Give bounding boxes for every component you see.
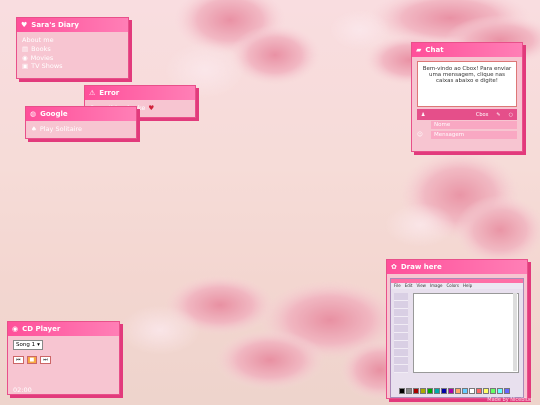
play-solitaire-link[interactable]: ♠ Play Solitaire xyxy=(31,125,131,134)
next-button[interactable]: ⏭ xyxy=(40,356,51,364)
menu-view[interactable]: View xyxy=(416,283,426,289)
swatch[interactable] xyxy=(455,388,461,394)
selected-song: Song 1 xyxy=(16,342,36,348)
chat-bubble-icon: ▰ xyxy=(416,46,422,54)
draw-window: ✿ Draw here File Edit View Image Colors … xyxy=(386,259,528,399)
error-titlebar[interactable]: ⚠ Error xyxy=(85,86,195,100)
swatch[interactable] xyxy=(413,388,419,394)
diary-link-books[interactable]: ▤ Books xyxy=(22,45,123,54)
paint-scrollbar[interactable] xyxy=(513,293,517,371)
paint-app: File Edit View Image Colors Help xyxy=(390,278,524,398)
edit-icon[interactable]: ✎ xyxy=(496,112,500,118)
paint-menubar: File Edit View Image Colors Help xyxy=(391,283,523,289)
watermark: Made by Niceblue xyxy=(487,397,532,403)
chat-welcome: Bem-vindo ao Cbox! Para enviar uma mensa… xyxy=(422,66,512,84)
swatch[interactable] xyxy=(448,388,454,394)
chat-window: ▰ Chat Bem-vindo ao Cbox! Para enviar um… xyxy=(411,42,523,152)
swatch[interactable] xyxy=(497,388,503,394)
google-window: ◍ Google ♠ Play Solitaire xyxy=(25,106,137,139)
menu-edit[interactable]: Edit xyxy=(405,283,413,289)
diary-link-movies[interactable]: ◉ Movies xyxy=(22,54,123,63)
paint-canvas[interactable] xyxy=(413,293,519,373)
diary-heading: About me xyxy=(22,36,54,44)
swatch[interactable] xyxy=(441,388,447,394)
swatch[interactable] xyxy=(476,388,482,394)
cards-icon: ♠ xyxy=(31,125,37,133)
draw-titlebar[interactable]: ✿ Draw here xyxy=(387,260,527,274)
chevron-down-icon: ▾ xyxy=(37,342,40,348)
chat-brand[interactable]: Cbox xyxy=(476,112,489,118)
chat-name-input[interactable]: Nome xyxy=(431,121,517,129)
disc-icon: ◉ xyxy=(22,53,28,62)
diary-title: Sara's Diary xyxy=(31,21,79,29)
globe-icon: ◍ xyxy=(30,110,37,118)
smiley-icon[interactable]: ☺ xyxy=(417,132,425,138)
tv-icon: ▣ xyxy=(22,62,29,70)
prev-button[interactable]: ⏮ xyxy=(13,356,24,364)
palette-icon: ✿ xyxy=(391,263,397,271)
refresh-icon[interactable]: ○ xyxy=(509,112,513,118)
swatch[interactable] xyxy=(399,388,405,394)
cd-titlebar[interactable]: ◉ CD Player xyxy=(8,322,119,336)
diary-window: ♥ Sara's Diary About me ▤ Books ◉ Movies ▣… xyxy=(16,17,129,79)
menu-help[interactable]: Help xyxy=(463,283,472,289)
paint-toolbox[interactable] xyxy=(394,293,408,373)
swatch[interactable] xyxy=(420,388,426,394)
chat-message-input[interactable]: Mensagem xyxy=(431,131,517,139)
swatch[interactable] xyxy=(504,388,510,394)
draw-title: Draw here xyxy=(400,263,442,271)
song-select[interactable]: Song 1 ▾ xyxy=(13,340,43,350)
google-titlebar[interactable]: ◍ Google xyxy=(26,107,136,121)
chat-message-row: ☺ Mensagem xyxy=(417,130,517,140)
cd-title: CD Player xyxy=(22,325,61,333)
menu-file[interactable]: File xyxy=(394,283,401,289)
swatch[interactable] xyxy=(483,388,489,394)
swatch[interactable] xyxy=(406,388,412,394)
swatch[interactable] xyxy=(427,388,433,394)
chat-titlebar[interactable]: ▰ Chat xyxy=(412,43,522,57)
diary-link-tv-shows[interactable]: ▣ TV Shows xyxy=(22,62,123,71)
user-icon[interactable]: ♟ xyxy=(421,112,425,118)
heart-icon: ♥ xyxy=(148,104,155,112)
warning-icon: ⚠ xyxy=(89,89,96,97)
cd-controls: ⏮ ■ ⏭ xyxy=(13,356,114,364)
swatch[interactable] xyxy=(462,388,468,394)
chat-messages: Bem-vindo ao Cbox! Para enviar uma mensa… xyxy=(417,61,517,107)
chat-name-row: Nome xyxy=(417,120,517,130)
menu-colors[interactable]: Colors xyxy=(446,283,459,289)
chat-title: Chat xyxy=(425,46,444,54)
error-title: Error xyxy=(99,89,120,97)
stop-button[interactable]: ■ xyxy=(26,356,38,364)
menu-image[interactable]: Image xyxy=(430,283,443,289)
color-palette[interactable] xyxy=(399,388,510,394)
swatch[interactable] xyxy=(434,388,440,394)
diary-titlebar[interactable]: ♥ Sara's Diary xyxy=(17,18,128,32)
cd-time: 02:00 xyxy=(13,386,32,394)
chat-toolbar: ♟ Cbox ✎ ○ xyxy=(417,109,517,120)
book-icon: ▤ xyxy=(22,45,29,53)
google-title: Google xyxy=(40,110,68,118)
swatch[interactable] xyxy=(469,388,475,394)
swatch[interactable] xyxy=(490,388,496,394)
heart-icon: ♥ xyxy=(21,21,28,29)
cd-player-window: ◉ CD Player Song 1 ▾ ⏮ ■ ⏭ 02:00 xyxy=(7,321,120,395)
cd-icon: ◉ xyxy=(12,325,19,333)
